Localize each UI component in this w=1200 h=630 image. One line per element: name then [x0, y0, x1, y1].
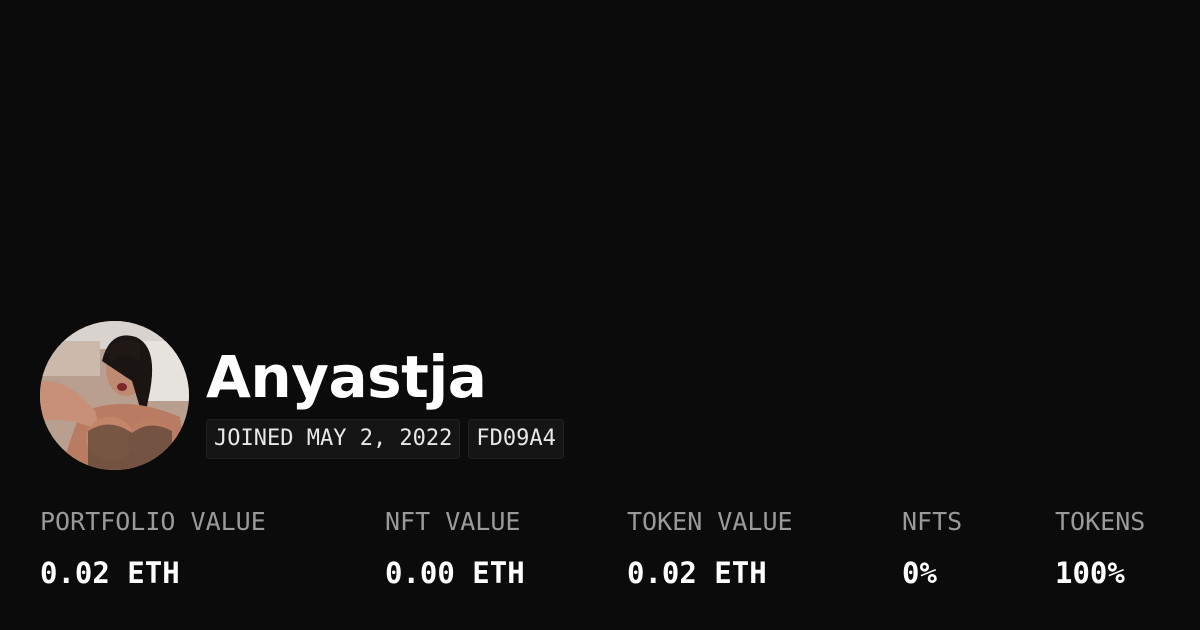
stat-token-value: TOKEN VALUE 0.02 ETH — [627, 505, 793, 591]
profile-photo-icon — [40, 321, 189, 470]
stat-tokens-share: TOKENS 100% — [1055, 505, 1145, 591]
stat-label: NFT VALUE — [385, 507, 521, 536]
stat-label: TOKEN VALUE — [627, 507, 793, 536]
stat-value: 0% — [902, 556, 937, 590]
stat-portfolio-value: PORTFOLIO VALUE 0.02 ETH — [40, 505, 266, 591]
stat-label: NFTS — [902, 507, 963, 536]
username: Anyastja — [206, 343, 487, 411]
address-tag-badge: FD09A4 — [468, 419, 564, 459]
joined-date-badge: JOINED MAY 2, 2022 — [206, 419, 461, 459]
stat-label: PORTFOLIO VALUE — [40, 507, 266, 536]
stat-value: 100% — [1055, 556, 1125, 590]
profile-badges: JOINED MAY 2, 2022 FD09A4 — [206, 419, 564, 459]
stat-label: TOKENS — [1055, 507, 1146, 536]
stat-value: 0.02 ETH — [40, 556, 180, 590]
stat-nfts-share: NFTS 0% — [902, 505, 962, 591]
avatar — [40, 321, 189, 470]
stat-value: 0.00 ETH — [385, 556, 525, 590]
stat-nft-value: NFT VALUE 0.00 ETH — [385, 505, 525, 591]
stat-value: 0.02 ETH — [627, 556, 767, 590]
